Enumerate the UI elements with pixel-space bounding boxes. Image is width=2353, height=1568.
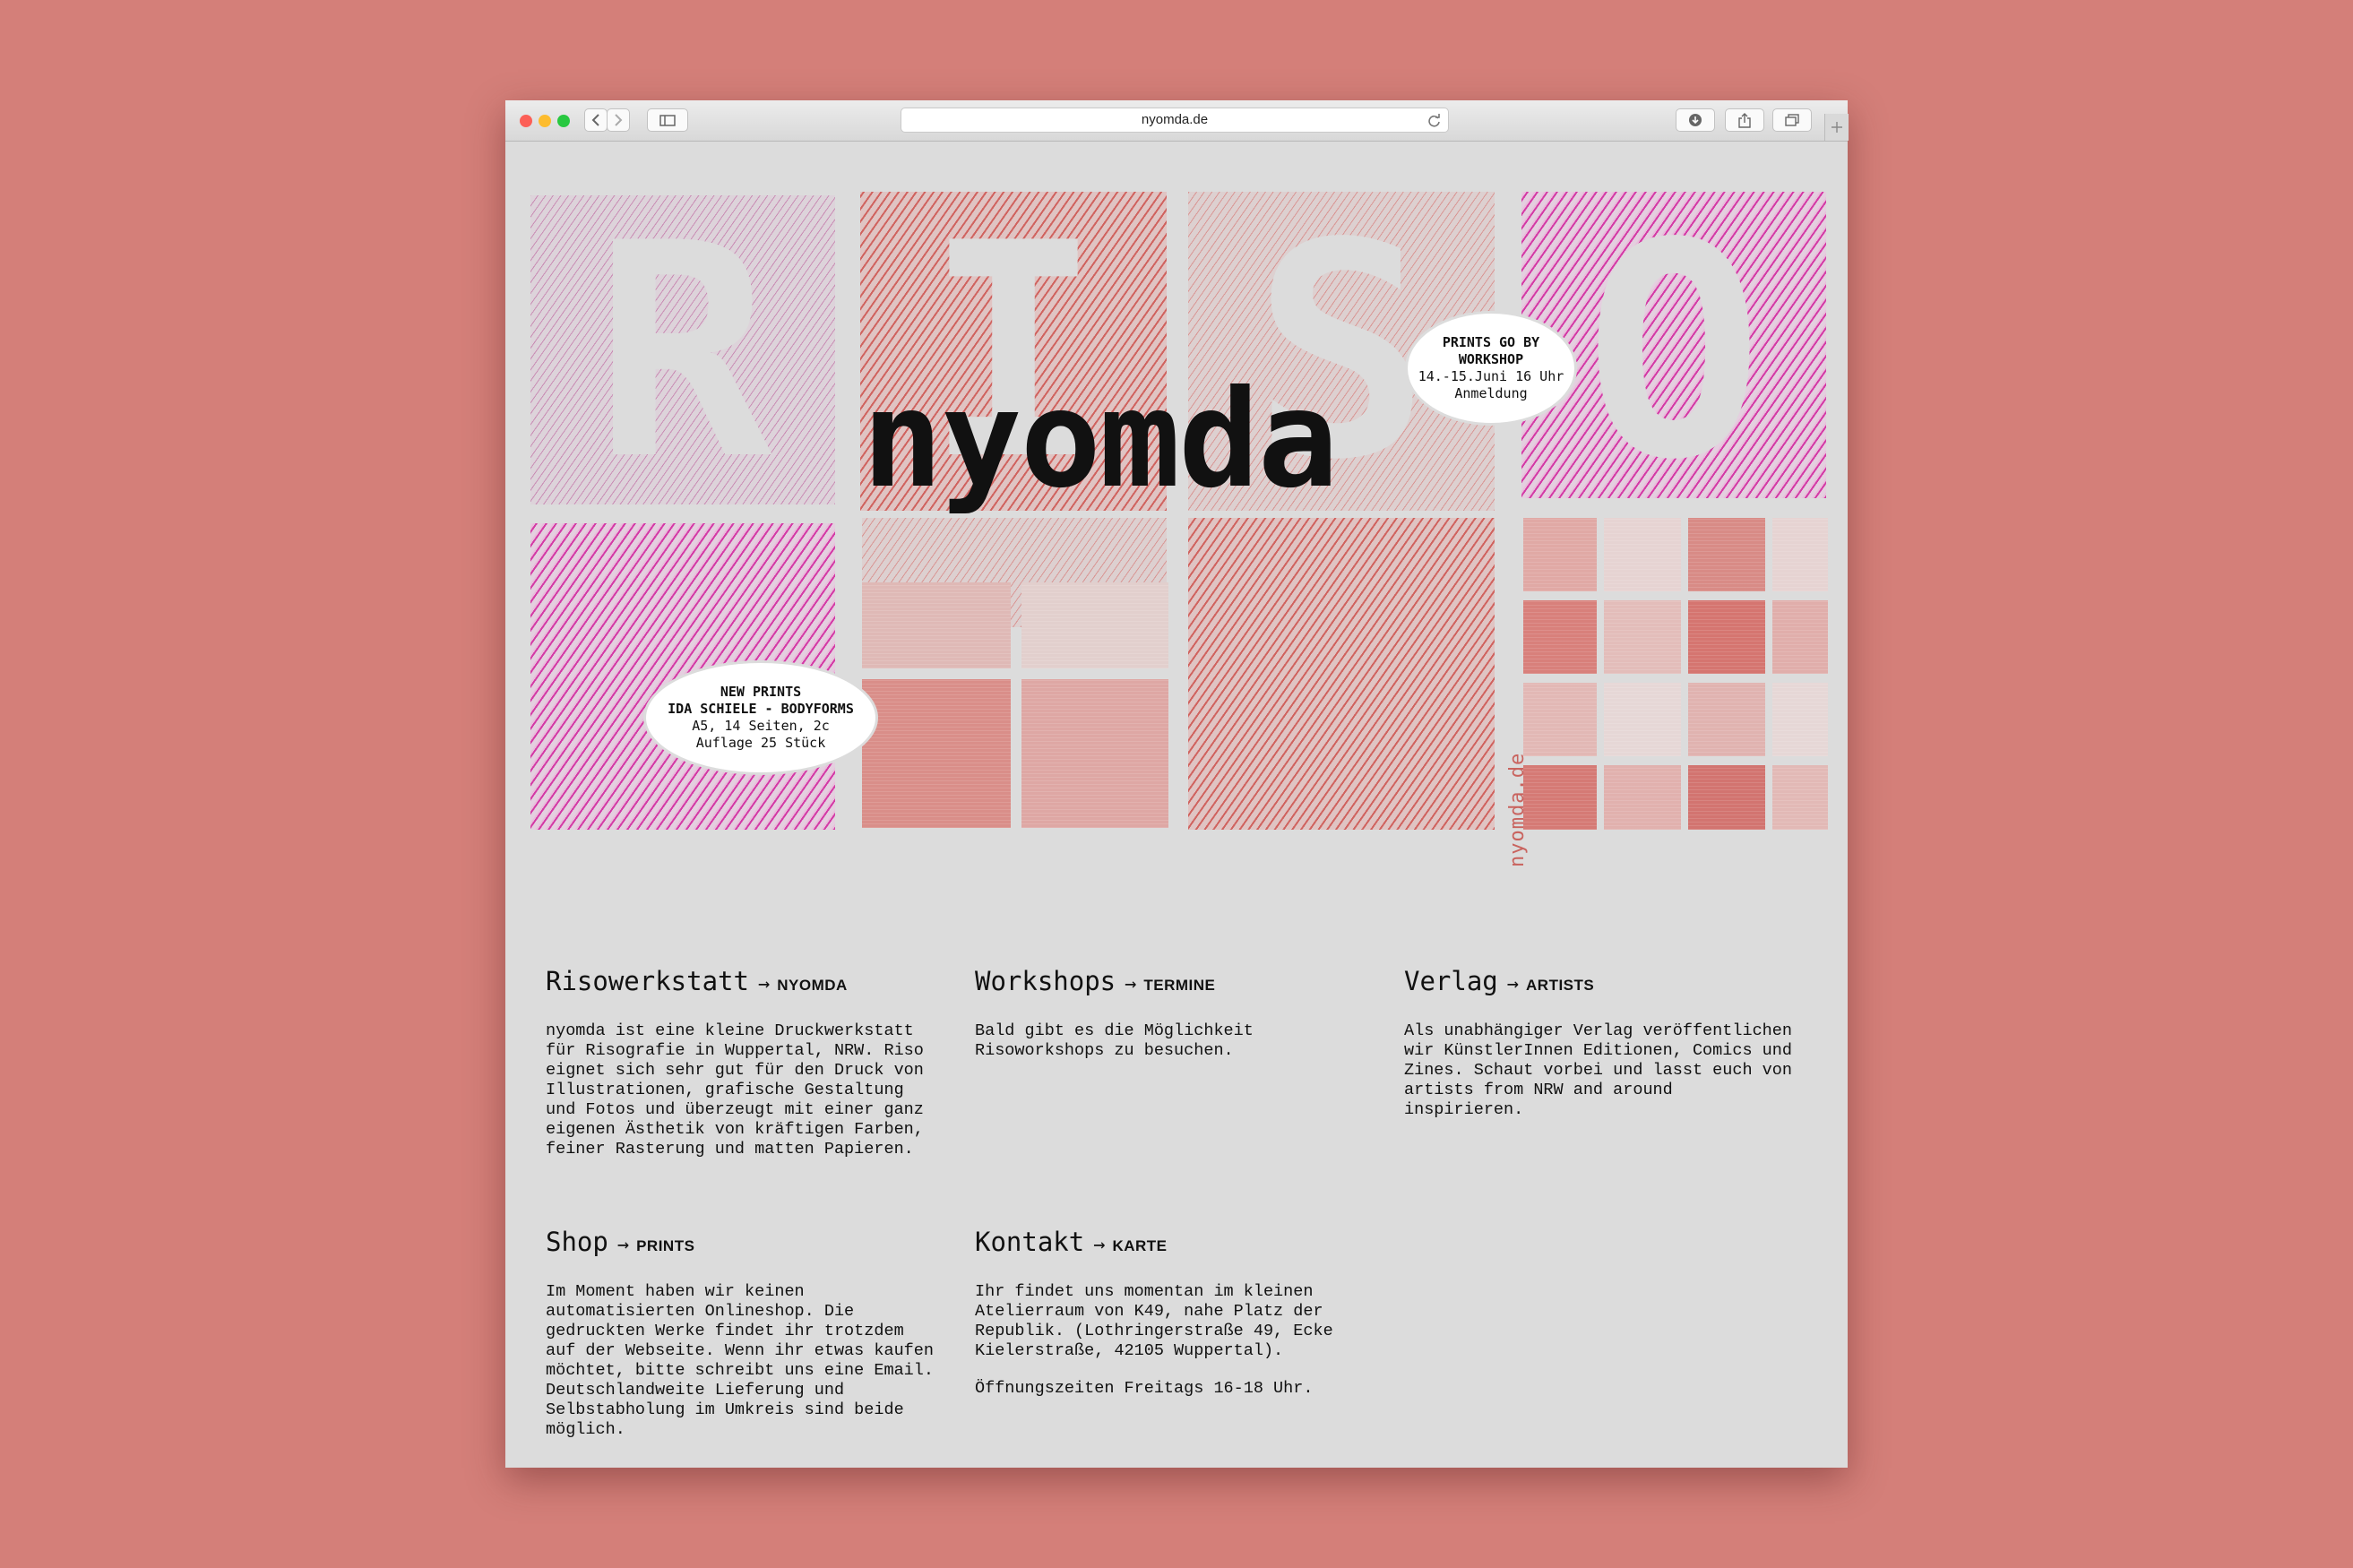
hero-tile	[1604, 683, 1681, 756]
hero-tile	[1523, 765, 1597, 830]
arrow-icon: →	[1506, 973, 1520, 995]
side-domain-text: nyomda.de	[1506, 752, 1529, 867]
browser-toolbar: nyomda.de	[505, 100, 1849, 142]
hero-block-red-lower	[1188, 518, 1495, 830]
hero-tile	[1688, 683, 1765, 756]
new-tab-button[interactable]	[1824, 114, 1849, 141]
new-prints-bubble[interactable]: NEW PRINTS IDA SCHIELE - BODYFORMS A5, 1…	[646, 663, 875, 772]
arrow-icon: →	[616, 1234, 630, 1256]
section-title: Kontakt	[975, 1227, 1085, 1257]
section-heading: Verlag → ARTISTS	[1404, 966, 1798, 996]
sidebar-button[interactable]	[647, 108, 688, 132]
arrow-icon: →	[1093, 1234, 1106, 1256]
hero-tile	[1772, 600, 1828, 674]
hero-tile	[1772, 765, 1828, 830]
new-prints-bubble-edition: Auflage 25 Stück	[695, 735, 826, 751]
hero-tile	[1021, 582, 1168, 668]
arrow-icon: →	[1125, 973, 1137, 995]
site-logo[interactable]: nyomda	[862, 373, 1339, 507]
link-nyomda[interactable]: NYOMDA	[777, 977, 848, 994]
zoom-window-button[interactable]	[557, 115, 570, 127]
download-button[interactable]	[1676, 108, 1715, 132]
hero-tile	[1604, 600, 1681, 674]
section-title: Verlag	[1404, 966, 1498, 996]
hero-letter-r: R	[593, 180, 772, 524]
section-kontakt: Kontakt → KARTE Ihr findet uns momentan im…	[975, 1227, 1369, 1399]
hero-tile	[1688, 518, 1765, 591]
plus-icon	[1832, 122, 1842, 133]
reload-icon[interactable]	[1427, 114, 1441, 127]
chevron-right-icon	[615, 114, 623, 126]
workshop-bubble-date: 14.-15.Juni 16 Uhr	[1418, 368, 1564, 384]
arrow-icon: →	[757, 973, 771, 995]
hero-tile	[1772, 683, 1828, 756]
hero-tile	[1021, 679, 1168, 828]
workshop-bubble-signup: Anmeldung	[1454, 385, 1528, 401]
chevron-left-icon	[591, 114, 599, 126]
section-text: Ihr findet uns momentan im kleinen Ateli…	[975, 1282, 1333, 1360]
new-prints-bubble-line1: NEW PRINTS	[720, 684, 802, 700]
section-title: Risowerkstatt	[546, 966, 749, 996]
hero-tile	[1688, 600, 1765, 674]
address-bar[interactable]: nyomda.de	[901, 108, 1449, 133]
close-window-button[interactable]	[520, 115, 532, 127]
hero-tile	[1523, 518, 1597, 591]
hero-tile	[1523, 683, 1597, 756]
workshop-bubble-line2: WORKSHOP	[1458, 351, 1524, 367]
section-text: Als unabhängiger Verlag veröffentlichen …	[1404, 1021, 1792, 1119]
section-title: Shop	[546, 1227, 608, 1257]
hero-tile	[1688, 765, 1765, 830]
tabs-icon	[1785, 114, 1799, 126]
link-artists[interactable]: ARTISTS	[1526, 977, 1594, 994]
forward-button[interactable]	[607, 108, 630, 132]
new-prints-bubble-format: A5, 14 Seiten, 2c	[692, 718, 830, 734]
download-icon	[1689, 114, 1702, 126]
workshop-bubble[interactable]: PRINTS GO BY WORKSHOP 14.-15.Juni 16 Uhr…	[1408, 314, 1574, 423]
section-verlag: Verlag → ARTISTS Als unabhängiger Verlag v…	[1404, 966, 1798, 1120]
share-button[interactable]	[1725, 108, 1764, 132]
section-shop: Shop → PRINTS Im Moment haben wir keinen a…	[546, 1227, 940, 1440]
share-icon	[1738, 112, 1751, 128]
section-heading: Kontakt → KARTE	[975, 1227, 1369, 1257]
browser-window: nyomda.de R I S O nyomda nyomda.de PRINT…	[505, 100, 1849, 1468]
section-heading: Workshops → TERMINE	[975, 966, 1369, 996]
hero-tile	[862, 582, 1011, 668]
tabs-button[interactable]	[1772, 108, 1812, 132]
section-text: nyomda ist eine kleine Druckwerkstatt fü…	[546, 1021, 924, 1159]
page-content: R I S O nyomda nyomda.de PRINTS GO BY WO…	[505, 142, 1848, 1468]
link-karte[interactable]: KARTE	[1112, 1237, 1167, 1254]
section-heading: Risowerkstatt → NYOMDA	[546, 966, 940, 996]
workshop-bubble-line1: PRINTS GO BY	[1442, 334, 1540, 350]
hero-tile	[1604, 765, 1681, 830]
hero-tile	[862, 679, 1011, 828]
section-heading: Shop → PRINTS	[546, 1227, 940, 1257]
sidebar-icon	[659, 114, 676, 126]
new-prints-bubble-line2: IDA SCHIELE - BODYFORMS	[668, 701, 854, 717]
opening-hours: Öffnungszeiten Freitags 16-18 Uhr.	[975, 1379, 1314, 1398]
hero-tile	[1523, 600, 1597, 674]
section-text: Bald gibt es die Möglichkeit Risoworksho…	[975, 1021, 1254, 1060]
hero-tile	[1772, 518, 1828, 591]
section-workshops: Workshops → TERMINE Bald gibt es die Mögli…	[975, 966, 1369, 1061]
section-text: Im Moment haben wir keinen automatisiert…	[546, 1282, 934, 1439]
link-prints[interactable]: PRINTS	[636, 1237, 694, 1254]
hero-tile	[1604, 518, 1681, 591]
link-termine[interactable]: TERMINE	[1143, 977, 1215, 994]
back-button[interactable]	[584, 108, 608, 132]
section-risowerkstatt: Risowerkstatt → NYOMDA nyomda ist eine kle…	[546, 966, 940, 1159]
url-text: nyomda.de	[1141, 112, 1209, 127]
minimize-window-button[interactable]	[539, 115, 551, 127]
section-title: Workshops	[975, 966, 1116, 996]
